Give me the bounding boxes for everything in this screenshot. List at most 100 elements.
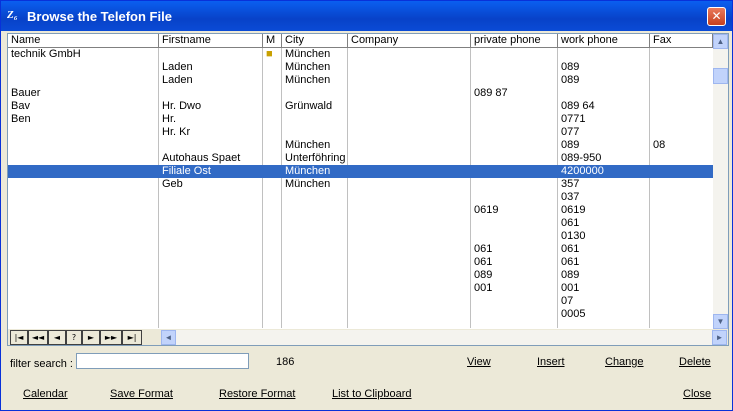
cell-work-phone <box>558 87 650 100</box>
calendar-button[interactable]: Calendar <box>23 388 68 400</box>
cell-name: Bav <box>11 100 30 112</box>
cell-name <box>8 256 159 269</box>
view-button[interactable]: View <box>467 356 491 368</box>
scroll-up-button[interactable]: ▲ <box>713 34 728 49</box>
next-record-button[interactable]: ► <box>82 330 100 345</box>
close-window-button[interactable]: ✕ <box>707 7 726 26</box>
cell-work-phone: 0005 <box>561 308 586 320</box>
cell-private-phone <box>471 48 558 61</box>
column-header-private-phone[interactable]: private phone <box>471 34 558 48</box>
cell-fax <box>650 178 713 191</box>
horizontal-scrollbar[interactable]: ◄ ► <box>161 330 727 345</box>
save-format-button[interactable]: Save Format <box>110 388 173 400</box>
table-row[interactable]: 001 001 <box>8 282 713 295</box>
cell-firstname <box>159 269 263 282</box>
cell-city <box>282 308 348 321</box>
table-row[interactable]: Hr. Kr 077 <box>8 126 713 139</box>
close-button[interactable]: Close <box>683 388 711 400</box>
scroll-thumb[interactable] <box>713 68 728 84</box>
cell-firstname: Hr. Dwo <box>162 100 202 112</box>
cell-work-phone: 0619 <box>561 204 586 216</box>
window-title: Browse the Telefon File <box>27 9 172 24</box>
cell-company <box>348 74 471 87</box>
cell-work-phone: 07 <box>561 295 574 307</box>
table-row[interactable]: 061 <box>8 217 713 230</box>
insert-button[interactable]: Insert <box>537 356 565 368</box>
cell-private-phone <box>471 178 558 191</box>
cell-city <box>282 217 348 230</box>
cell-work-phone: 089 <box>561 269 580 281</box>
cell-m <box>263 126 282 139</box>
column-header-city[interactable]: City <box>282 34 348 48</box>
cell-fax <box>650 217 713 230</box>
prev-page-button[interactable]: ◄◄ <box>28 330 48 345</box>
table-row[interactable]: Laden München 089 <box>8 74 713 87</box>
delete-button[interactable]: Delete <box>679 356 711 368</box>
table-row[interactable]: 061 061 <box>8 256 713 269</box>
cell-firstname: Laden <box>162 74 193 86</box>
column-header-company[interactable]: Company <box>348 34 471 48</box>
column-header-name[interactable]: Name <box>8 34 159 48</box>
cell-company <box>348 282 471 295</box>
change-button[interactable]: Change <box>605 356 644 368</box>
table-row[interactable]: Bauer 089 87 <box>8 87 713 100</box>
cell-city: München <box>285 74 331 86</box>
cell-private-phone: 061 <box>474 243 493 255</box>
table-row[interactable]: 089 089 <box>8 269 713 282</box>
cell-m <box>263 165 282 178</box>
next-page-button[interactable]: ►► <box>100 330 122 345</box>
help-button[interactable]: ? <box>66 330 82 345</box>
cell-company <box>348 191 471 204</box>
column-header-fax[interactable]: Fax <box>650 34 713 48</box>
cell-fax <box>650 165 713 178</box>
table-row[interactable]: 07 <box>8 295 713 308</box>
table-row[interactable]: 0619 0619 <box>8 204 713 217</box>
cell-firstname: Hr. Kr <box>162 126 191 138</box>
cell-name: Ben <box>11 113 31 125</box>
column-header-work-phone[interactable]: work phone <box>558 34 650 48</box>
table-row[interactable]: Laden München 089 <box>8 61 713 74</box>
prev-record-button[interactable]: ◄ <box>48 330 66 345</box>
cell-m <box>263 61 282 74</box>
cell-city: München <box>285 48 331 60</box>
table-row[interactable]: München 089 08 <box>8 139 713 152</box>
table-row[interactable]: 061 061 <box>8 243 713 256</box>
cell-m <box>263 152 282 165</box>
column-header-m[interactable]: M <box>263 34 282 48</box>
table-row[interactable]: Bav Hr. Dwo Grünwald 089 64 <box>8 100 713 113</box>
cell-m <box>263 113 282 126</box>
table-row[interactable]: Autohaus Spaet Unterföhring 089-950 <box>8 152 713 165</box>
table-row-selected[interactable]: Filiale Ost München 4200000 <box>8 165 713 178</box>
cell-m <box>263 243 282 256</box>
table-row[interactable]: Ben Hr. 0771 <box>8 113 713 126</box>
cell-work-phone: 089 <box>561 74 580 86</box>
cell-company <box>348 100 471 113</box>
cell-city <box>282 191 348 204</box>
telefon-grid[interactable]: Name Firstname M City Company private phone wo… <box>7 33 729 346</box>
vertical-scrollbar[interactable]: ▲ ▼ <box>713 34 728 330</box>
cell-company <box>348 308 471 321</box>
filter-search-input[interactable] <box>76 353 249 369</box>
scroll-down-button[interactable]: ▼ <box>713 314 728 329</box>
scroll-left-button[interactable]: ◄ <box>161 330 176 345</box>
cell-work-phone: 001 <box>561 282 580 294</box>
table-row[interactable]: Geb München 357 <box>8 178 713 191</box>
title-bar[interactable]: Z₆ Browse the Telefon File ✕ <box>1 1 732 31</box>
cell-city <box>282 282 348 295</box>
restore-format-button[interactable]: Restore Format <box>219 388 295 400</box>
last-record-button[interactable]: ►| <box>122 330 142 345</box>
table-row[interactable]: 0005 <box>8 308 713 321</box>
column-header-firstname[interactable]: Firstname <box>159 34 263 48</box>
first-record-button[interactable]: |◄ <box>10 330 28 345</box>
cell-work-phone: 061 <box>561 217 580 229</box>
table-row[interactable]: technik GmbH ■ München <box>8 48 713 61</box>
table-row[interactable]: 037 <box>8 191 713 204</box>
cell-private-phone <box>471 217 558 230</box>
cell-firstname: Hr. <box>162 113 177 125</box>
cell-work-phone: 077 <box>561 126 580 138</box>
cell-m <box>263 230 282 243</box>
list-to-clipboard-button[interactable]: List to Clipboard <box>332 388 412 400</box>
cell-m <box>263 74 282 87</box>
table-row[interactable]: 0130 <box>8 230 713 243</box>
scroll-right-button[interactable]: ► <box>712 330 727 345</box>
